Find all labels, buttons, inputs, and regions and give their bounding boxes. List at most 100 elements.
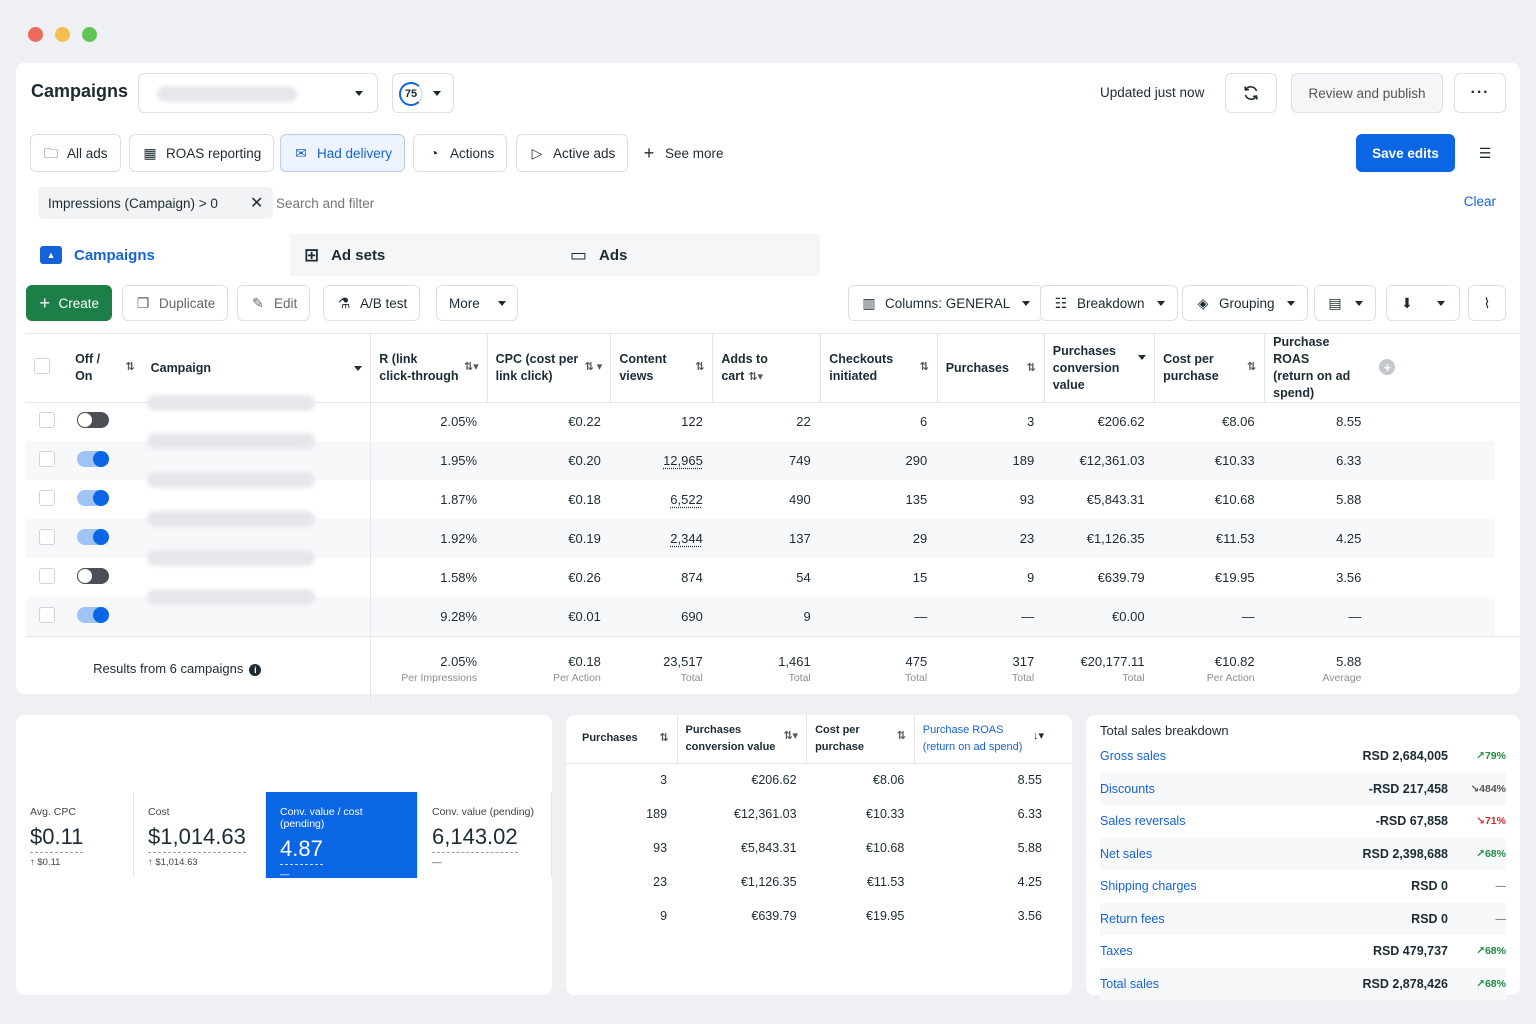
campaign-toggle[interactable] <box>77 489 110 506</box>
col-ctr[interactable]: R (link ⇅▾ click-through <box>370 333 488 403</box>
summary-pcv-value: €20,177.11 <box>1080 653 1145 669</box>
cell-cv[interactable]: 6,522 <box>611 480 713 519</box>
metric-card[interactable]: Conv. value / cost (pending) 4.87 — <box>266 792 418 880</box>
export-dropdown[interactable]: ⬇ <box>1386 285 1460 321</box>
metric-card[interactable]: Conv. value (pending) 6,143.02 — <box>418 792 552 878</box>
col-cost-per-purchase[interactable]: Cost per ⇅ purchase <box>1154 333 1265 403</box>
select-all-checkbox[interactable] <box>34 357 50 374</box>
campaign-name-cell[interactable] <box>143 588 371 637</box>
breakdown-dropdown[interactable]: ☷ Breakdown <box>1040 285 1178 321</box>
info-icon[interactable]: i <box>249 663 262 676</box>
add-column-icon[interactable]: + <box>1379 359 1396 376</box>
copy-icon: ❐ <box>136 295 150 311</box>
ab-test-button[interactable]: ⚗ A/B test <box>323 285 421 321</box>
cell-cv[interactable]: 12,965 <box>611 441 713 480</box>
chevron-down-icon <box>1022 300 1031 306</box>
col-campaign[interactable]: Campaign <box>143 334 371 403</box>
active-ads-button[interactable]: ▷ Active ads <box>516 134 629 172</box>
sort-icon: ⇅ <box>919 361 929 373</box>
sales-metric-link[interactable]: Return fees <box>1100 912 1298 926</box>
sales-metric-link[interactable]: Sales reversals <box>1100 814 1298 828</box>
row-checkbox[interactable] <box>38 567 55 584</box>
mini-table-row[interactable]: 93 €5,843.31 €10.68 5.88 <box>566 831 1072 865</box>
tab-ad-sets[interactable]: ⊞ Ad sets <box>290 234 556 276</box>
sales-value: -RSD 217,458 <box>1368 781 1448 796</box>
more-options-button[interactable]: ··· <box>1454 73 1506 113</box>
opportunity-score-dropdown[interactable]: 75 <box>392 73 454 113</box>
row-checkbox[interactable] <box>38 450 55 467</box>
sales-metric-link[interactable]: Net sales <box>1100 847 1298 861</box>
review-publish-button[interactable]: Review and publish <box>1291 73 1443 113</box>
mini-col-purchases[interactable]: Purchases ⇅ <box>566 715 677 763</box>
campaign-toggle[interactable] <box>77 450 110 467</box>
all-ads-button[interactable]: 🗀 All ads <box>30 134 121 172</box>
settings-sliders-button[interactable]: ☰ <box>1466 134 1504 172</box>
charts-button[interactable]: ⌇ <box>1468 285 1506 321</box>
search-filter-input[interactable] <box>276 189 876 217</box>
metric-card[interactable]: Cost $1,014.63 ↑ $1,014.63 <box>134 792 266 878</box>
col-cpc[interactable]: CPC (cost per ⇅ ▾ link click) <box>486 333 611 403</box>
col-purchases[interactable]: Purchases ⇅ <box>936 333 1045 403</box>
mini-table-row[interactable]: 9 €639.79 €19.95 3.56 <box>566 899 1072 933</box>
minimize-window-button[interactable] <box>55 27 70 42</box>
row-checkbox[interactable] <box>38 606 55 623</box>
more-dropdown[interactable]: More <box>436 285 518 321</box>
filter-bar: Impressions (Campaign) > 0 ✕ Clear <box>30 183 1506 223</box>
mini-table-row[interactable]: 23 €1,126.35 €11.53 4.25 <box>566 865 1072 899</box>
cell-ctr: 1.87% <box>370 479 488 519</box>
row-checkbox[interactable] <box>38 412 55 429</box>
campaign-toggle[interactable] <box>77 606 110 623</box>
col-pcv-line2: conversion value <box>1052 360 1120 392</box>
table-row[interactable]: 9.28% €0.01 690 9 — — €0.00 — — <box>26 588 1520 637</box>
grid-icon: ⊞ <box>304 244 320 265</box>
edit-button[interactable]: ✎ Edit <box>237 285 311 321</box>
grouping-dropdown[interactable]: ◈ Grouping <box>1182 285 1308 321</box>
duplicate-button[interactable]: ❐ Duplicate <box>122 285 229 321</box>
col-checkouts[interactable]: Checkouts ⇅ initiated <box>820 333 938 403</box>
see-more-button[interactable]: + See more <box>628 134 737 172</box>
campaign-toggle[interactable] <box>77 528 110 545</box>
tab-ads[interactable]: ▭ Ads <box>556 234 820 276</box>
row-checkbox[interactable] <box>38 528 55 545</box>
reports-dropdown[interactable]: ▤ <box>1314 285 1376 321</box>
col-adds-to-cart[interactable]: Adds to cart ⇅▾ <box>712 333 821 403</box>
sales-row: Return fees RSD 0 — <box>1100 902 1506 935</box>
col-content-views[interactable]: Content ⇅ views <box>610 333 713 403</box>
col-off-on[interactable]: Off / ⇅ On <box>67 334 143 403</box>
sales-metric-link[interactable]: Shipping charges <box>1100 879 1298 893</box>
campaign-toggle[interactable] <box>77 412 110 429</box>
col-campaign-label: Campaign <box>150 360 212 375</box>
mini-col-cost-per-purchase[interactable]: Cost per ⇅ purchase <box>806 715 915 763</box>
sales-metric-link[interactable]: Taxes <box>1100 944 1298 958</box>
mini-col-roas[interactable]: Purchase ROAS ↓▾ (return on ad spend) <box>913 715 1052 763</box>
campaign-folder-icon: ▲ <box>40 246 62 264</box>
row-select-cell <box>26 441 67 480</box>
create-button[interactable]: + Create <box>26 285 112 321</box>
refresh-button[interactable] <box>1225 73 1277 113</box>
close-window-button[interactable] <box>28 27 43 42</box>
sales-metric-link[interactable]: Gross sales <box>1100 749 1298 763</box>
mini-col-conv-value[interactable]: Purchases ⇅▾ conversion value <box>676 715 807 763</box>
maximize-window-button[interactable] <box>82 27 97 42</box>
metric-card[interactable]: Avg. CPC $0.11 ↑ $0.11 <box>16 792 134 878</box>
plus-icon: + <box>39 293 50 313</box>
had-delivery-button[interactable]: ✉ Had delivery <box>280 134 406 172</box>
mini-table-row[interactable]: 189 €12,361.03 €10.33 6.33 <box>566 797 1072 831</box>
roas-reporting-button[interactable]: ▦ ROAS reporting <box>129 134 275 172</box>
clear-filters-link[interactable]: Clear <box>1464 194 1496 209</box>
sort-icon: ⇅ <box>125 361 135 373</box>
col-conv-value[interactable]: Purchases conversion value <box>1043 333 1155 403</box>
tab-campaigns[interactable]: ▲ Campaigns <box>26 234 290 276</box>
close-icon[interactable]: ✕ <box>250 193 263 213</box>
sales-metric-link[interactable]: Total sales <box>1100 977 1298 991</box>
save-edits-button[interactable]: Save edits <box>1356 134 1455 172</box>
cell-cv[interactable]: 2,344 <box>611 519 713 558</box>
col-roas[interactable]: Purchase ROAS (return on ad spend) <box>1264 333 1372 403</box>
mini-table-row[interactable]: 3 €206.62 €8.06 8.55 <box>566 763 1072 797</box>
columns-dropdown[interactable]: ▥ Columns: GENERAL <box>848 285 1044 321</box>
actions-button[interactable]: ◔ Actions <box>413 134 508 172</box>
account-selector[interactable] <box>138 73 378 113</box>
campaign-toggle[interactable] <box>77 567 110 584</box>
row-checkbox[interactable] <box>38 489 55 506</box>
sales-metric-link[interactable]: Discounts <box>1100 782 1298 796</box>
